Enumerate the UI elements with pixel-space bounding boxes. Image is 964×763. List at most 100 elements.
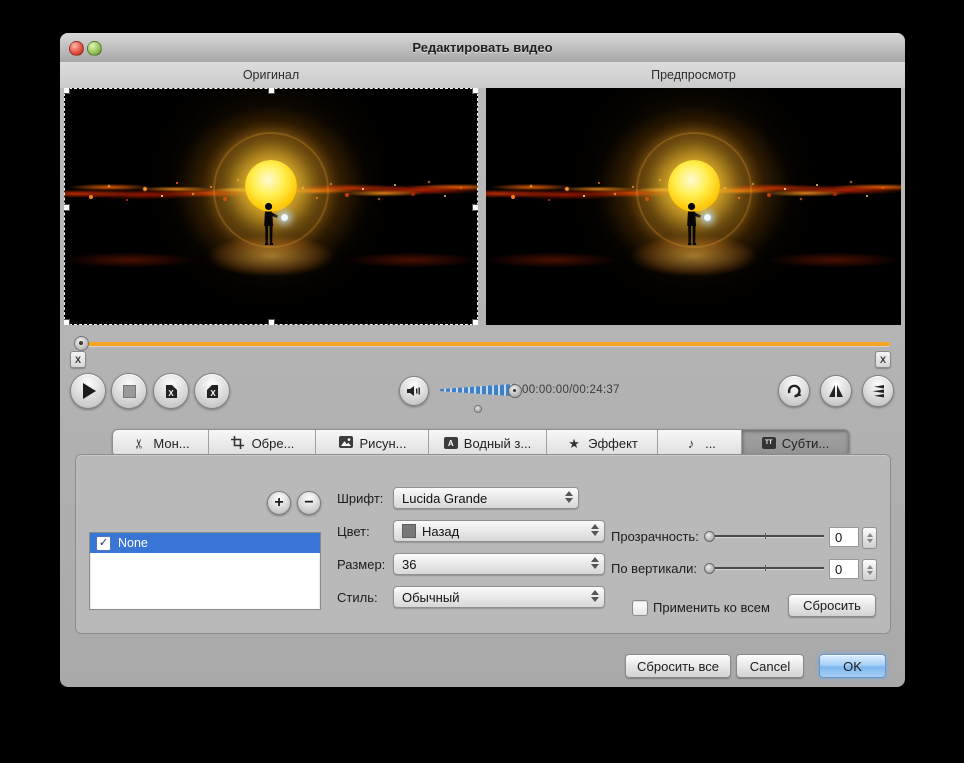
volume-thumb[interactable] (508, 384, 522, 398)
tab-trim[interactable]: ✂ Мон... (113, 430, 209, 456)
style-value: Обычный (402, 590, 459, 605)
cancel-button[interactable]: Cancel (736, 654, 804, 678)
flip-horizontal-icon (827, 382, 845, 400)
rotate-icon (785, 382, 803, 400)
flip-horizontal-button[interactable] (820, 375, 852, 407)
list-item[interactable]: ✓ None (90, 533, 320, 553)
vertical-slider[interactable] (706, 563, 824, 572)
vertical-label: По вертикали: (611, 561, 697, 576)
floor-streak (768, 252, 901, 268)
size-label: Размер: (337, 557, 393, 572)
color-swatch (402, 524, 416, 538)
transparency-slider[interactable] (706, 531, 824, 540)
crop-icon (230, 436, 246, 451)
trim-end-marker[interactable]: X (875, 351, 891, 368)
play-icon (83, 383, 96, 399)
resize-grip[interactable] (474, 405, 482, 413)
svg-text:X: X (210, 389, 216, 398)
transparency-stepper[interactable] (862, 527, 877, 549)
set-end-point-button[interactable]: X (194, 373, 230, 409)
floor-streak (64, 252, 196, 268)
start-flag-icon: X (164, 384, 179, 399)
floor-streak (346, 252, 478, 268)
subtitle-panel: + − ✓ None Шрифт: Lucida Grande Цвет: На… (75, 454, 891, 634)
tab-label: ... (705, 436, 716, 451)
font-value: Lucida Grande (402, 491, 487, 506)
apply-to-all-label: Применить ко всем (653, 600, 770, 615)
slider-tick (765, 533, 766, 539)
preview-strip: Оригинал Предпросмотр (60, 62, 905, 88)
slider-tick (765, 565, 766, 571)
timeline-track[interactable] (80, 342, 890, 346)
item-checkbox[interactable]: ✓ (96, 536, 111, 551)
slider-thumb[interactable] (704, 563, 715, 574)
person-silhouette-icon (680, 202, 704, 256)
chevron-updown-icon (591, 557, 599, 569)
flip-vertical-button[interactable] (862, 375, 894, 407)
mute-button[interactable] (399, 376, 429, 406)
font-dropdown[interactable]: Lucida Grande (393, 487, 579, 509)
rotate-button[interactable] (778, 375, 810, 407)
tab-label: Мон... (153, 436, 189, 451)
tab-label: Рисун... (360, 436, 407, 451)
subtitle-list[interactable]: ✓ None (89, 532, 321, 610)
transparency-value[interactable]: 0 (829, 527, 859, 547)
tab-audio[interactable]: ♪ ... (658, 430, 742, 456)
titlebar[interactable]: Редактировать видео (60, 33, 905, 63)
end-flag-icon: X (205, 384, 220, 399)
size-dropdown[interactable]: 36 (393, 553, 605, 575)
chevron-updown-icon (591, 524, 599, 536)
set-start-point-button[interactable]: X (153, 373, 189, 409)
time-display: 00:00:00/00:24:37 (522, 384, 620, 396)
stop-icon (123, 385, 136, 398)
tab-crop[interactable]: Обре... (209, 430, 316, 456)
star-icon: ★ (566, 437, 582, 450)
floor-streak (486, 252, 619, 268)
video-scene (486, 88, 901, 325)
item-label: None (118, 536, 148, 550)
stop-button[interactable] (111, 373, 147, 409)
color-dropdown[interactable]: Назад (393, 520, 605, 542)
tab-label: Субти... (782, 436, 830, 451)
tab-label: Эффект (588, 436, 638, 451)
add-subtitle-button[interactable]: + (267, 491, 291, 515)
spark-dots (486, 190, 488, 192)
tab-label: Водный з... (464, 436, 531, 451)
edit-video-dialog: Редактировать видео Оригинал Предпросмот… (60, 33, 905, 687)
remove-subtitle-button[interactable]: − (297, 491, 321, 515)
tab-effect[interactable]: ★ Эффект (547, 430, 658, 456)
style-label: Стиль: (337, 590, 393, 605)
scissors-icon: ✂ (133, 435, 146, 451)
color-label: Цвет: (337, 524, 393, 539)
apply-to-all-checkbox[interactable] (632, 600, 648, 616)
transparency-label: Прозрачность: (611, 529, 699, 544)
trim-start-marker[interactable]: X (70, 351, 86, 368)
reset-button[interactable]: Сбросить (788, 594, 876, 617)
reset-all-button[interactable]: Сбросить все (625, 654, 731, 678)
tool-tabs: ✂ Мон... Обре... Рисун... A Водный з... … (112, 429, 850, 457)
flip-vertical-icon (869, 382, 887, 400)
vertical-value[interactable]: 0 (829, 559, 859, 579)
original-video-frame[interactable] (64, 88, 478, 325)
volume-slider[interactable] (440, 383, 518, 397)
style-dropdown[interactable]: Обычный (393, 586, 605, 608)
tab-watermark[interactable]: A Водный з... (429, 430, 547, 456)
chevron-updown-icon (591, 590, 599, 602)
font-label: Шрифт: (337, 491, 393, 506)
chevron-updown-icon (565, 491, 573, 503)
video-scene (64, 88, 478, 325)
watermark-icon: A (444, 437, 458, 449)
volume-wedge (440, 383, 518, 397)
preview-label: Предпросмотр (486, 68, 901, 82)
subtitle-icon: ТТ (762, 437, 776, 449)
timeline-thumb[interactable] (74, 336, 89, 351)
ok-button[interactable]: OK (819, 654, 886, 678)
picture-icon (338, 436, 354, 450)
tab-picture[interactable]: Рисун... (316, 430, 429, 456)
vertical-stepper[interactable] (862, 559, 877, 581)
slider-thumb[interactable] (704, 531, 715, 542)
svg-text:X: X (168, 389, 174, 398)
play-button[interactable] (70, 373, 106, 409)
original-label: Оригинал (64, 68, 478, 82)
tab-subtitle[interactable]: ТТ Субти... (742, 430, 849, 456)
